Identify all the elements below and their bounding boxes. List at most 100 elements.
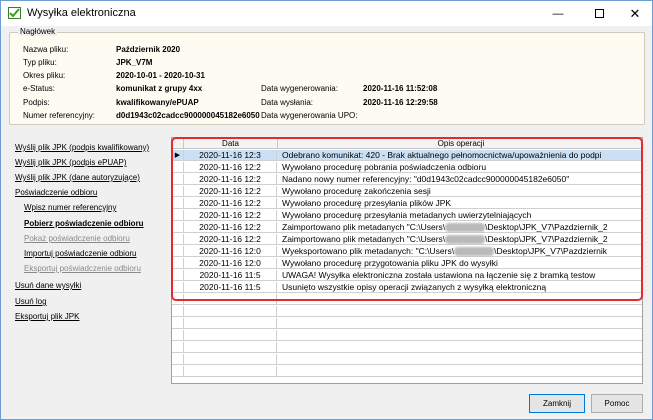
cell-description: UWAGA! Wysyłka elektroniczna została ust… xyxy=(282,270,596,280)
empty-row xyxy=(172,366,642,377)
cell-date: 2020-11-16 12:2 xyxy=(184,234,277,245)
path-prefix: Zaimportowano plik metadanych "C:\Users\ xyxy=(282,222,446,232)
row-indicator xyxy=(172,258,184,269)
header-legend: Nagłówek xyxy=(18,27,58,36)
sidebar-link[interactable]: Usuń log xyxy=(15,297,47,306)
column-header-description[interactable]: Opis operacji xyxy=(278,138,642,149)
cell-description: Usunięto wszystkie opisy operacji związa… xyxy=(282,282,547,292)
header-label: Typ pliku: xyxy=(23,58,57,67)
row-indicator xyxy=(172,282,184,293)
redacted-username xyxy=(445,235,486,245)
row-indicator xyxy=(172,246,184,257)
maximize-icon xyxy=(594,9,604,18)
sidebar-link[interactable]: Usuń dane wysyłki xyxy=(15,281,81,290)
help-button[interactable]: Pomoc xyxy=(591,394,643,413)
empty-cell xyxy=(184,330,277,341)
cell-description: Wywołano procedurę przesyłania metadanyc… xyxy=(282,210,532,220)
minimize-button[interactable]: — xyxy=(541,1,575,26)
empty-cell xyxy=(172,354,184,365)
header-value: 2020-11-16 12:29:58 xyxy=(363,98,438,107)
table-row[interactable]: ▶ 2020-11-16 12:3 Odebrano komunikat: 420 … xyxy=(172,150,642,161)
path-suffix: \Desktop\JPK_V7\Pazdziernik_2 xyxy=(485,222,608,232)
path-prefix: Zaimportowano plik metadanych "C:\Users\ xyxy=(282,234,446,244)
cell-description: Wywołano procedurę przesyłania plików JP… xyxy=(282,198,452,208)
cell-description: Zaimportowano plik metadanych "C:\Users\… xyxy=(278,234,642,245)
table-row[interactable]: 2020-11-16 12:2 Zaimportowano plik metada… xyxy=(172,234,642,245)
empty-row xyxy=(172,294,642,305)
empty-row xyxy=(172,354,642,365)
header-label: Data wysłania: xyxy=(261,98,314,107)
row-indicator xyxy=(172,198,184,209)
sidebar-link[interactable]: Poświadczenie odbioru xyxy=(15,188,97,197)
header-value: d0d1943c02cadcc900000045182e6050 xyxy=(116,111,260,120)
title-bar: Wysyłka elektroniczna — ✕ xyxy=(1,1,652,26)
app-icon xyxy=(8,7,21,19)
cell-date: 2020-11-16 12:0 xyxy=(184,258,277,269)
path-suffix: \Desktop\JPK_V7\Pazdziernik_2 xyxy=(485,234,608,244)
table-row[interactable]: 2020-11-16 12:2 Wywołano procedurę przesy… xyxy=(172,210,642,221)
empty-cell xyxy=(278,306,642,317)
header-label: e-Status: xyxy=(23,84,56,93)
cell-date: 2020-11-16 12:3 xyxy=(184,150,277,161)
empty-cell xyxy=(184,318,277,329)
header-value: JPK_V7M xyxy=(116,58,153,67)
path-prefix: Wyeksportowano plik metadanych: "C:\User… xyxy=(282,246,455,256)
empty-cell xyxy=(278,294,642,305)
table-row[interactable]: 2020-11-16 12:0 Wyeksportowano plik metad… xyxy=(172,246,642,257)
cell-date: 2020-11-16 12:0 xyxy=(184,246,277,257)
empty-cell xyxy=(278,354,642,365)
sidebar-link[interactable]: Importuj poświadczenie odbioru xyxy=(24,249,137,258)
header-label: Podpis: xyxy=(23,98,50,107)
header-value: kwalifikowany/ePUAP xyxy=(116,98,199,107)
empty-row xyxy=(172,342,642,353)
cell-description: Wywołano procedurę pobrania poświadczeni… xyxy=(282,162,487,172)
empty-cell xyxy=(184,294,277,305)
header-label: Okres pliku: xyxy=(23,71,66,80)
header-label: Nazwa pliku: xyxy=(23,45,69,54)
empty-row xyxy=(172,306,642,317)
table-row[interactable]: 2020-11-16 12:2 Wywołano procedurę zakońc… xyxy=(172,186,642,197)
sidebar-link[interactable]: Eksportuj plik JPK xyxy=(15,312,79,321)
table-row[interactable]: 2020-11-16 12:2 Wywołano procedurę przesy… xyxy=(172,198,642,209)
cell-date: 2020-11-16 11:5 xyxy=(184,270,277,281)
column-header-date[interactable]: Data xyxy=(184,138,278,149)
sidebar-link[interactable]: Eksportuj poświadczenie odbioru xyxy=(24,264,141,273)
main-window: Wysyłka elektroniczna — ✕ Nagłówek Nazwa… xyxy=(0,0,653,420)
maximize-button[interactable] xyxy=(582,1,616,26)
cell-date: 2020-11-16 12:2 xyxy=(184,186,277,197)
sidebar-link[interactable]: Wyślij plik JPK (dane autoryzujące) xyxy=(15,173,140,182)
header-label: Data wygenerowania UPO: xyxy=(261,111,358,120)
table-row[interactable]: 2020-11-16 12:2 Nadano nowy numer referen… xyxy=(172,174,642,185)
empty-cell xyxy=(172,294,184,305)
operations-grid[interactable]: Data Opis operacji ▶ 2020-11-16 12:3 Odebr… xyxy=(171,137,643,384)
sidebar-link[interactable]: Pobierz poświadczenie odbioru xyxy=(24,219,144,228)
cell-description: Wywołano procedurę przygotowania pliku J… xyxy=(282,258,498,268)
empty-cell xyxy=(278,318,642,329)
header-value: Październik 2020 xyxy=(116,45,181,54)
table-row[interactable]: 2020-11-16 12:0 Wywołano procedurę przygo… xyxy=(172,258,642,269)
empty-cell xyxy=(278,366,642,377)
cell-description: Wywołano procedurę zakończenia sesji xyxy=(282,186,431,196)
empty-cell xyxy=(184,342,277,353)
row-indicator xyxy=(172,210,184,221)
empty-row xyxy=(172,330,642,341)
cell-description: Wyeksportowano plik metadanych: "C:\User… xyxy=(278,246,642,257)
sidebar-link[interactable]: Wyślij plik JPK (podpis kwalifikowany) xyxy=(15,143,149,152)
table-row[interactable]: 2020-11-16 12:2 Zaimportowano plik metada… xyxy=(172,222,642,233)
table-row[interactable]: 2020-11-16 11:5 Usunięto wszystkie opisy … xyxy=(172,282,642,293)
empty-cell xyxy=(172,330,184,341)
close-button[interactable]: Zamknij xyxy=(529,394,585,413)
row-indicator xyxy=(172,162,184,173)
sidebar-link[interactable]: Wpisz numer referencyjny xyxy=(24,203,116,212)
cell-date: 2020-11-16 12:2 xyxy=(184,198,277,209)
sidebar-link[interactable]: Wyślij plik JPK (podpis ePUAP) xyxy=(15,158,127,167)
empty-cell xyxy=(184,354,277,365)
path-suffix: \Desktop\JPK_V7\Pazdziernik xyxy=(494,246,607,256)
row-indicator xyxy=(172,234,184,245)
grid-header: Data Opis operacji xyxy=(172,138,642,149)
table-row[interactable]: 2020-11-16 11:5 UWAGA! Wysyłka elektronic… xyxy=(172,270,642,281)
close-window-button[interactable]: ✕ xyxy=(618,1,652,26)
sidebar-link[interactable]: Pokaż poświadczenie odbioru xyxy=(24,234,130,243)
header-value: 2020-11-16 11:52:08 xyxy=(363,84,438,93)
table-row[interactable]: 2020-11-16 12:2 Wywołano procedurę pobran… xyxy=(172,162,642,173)
